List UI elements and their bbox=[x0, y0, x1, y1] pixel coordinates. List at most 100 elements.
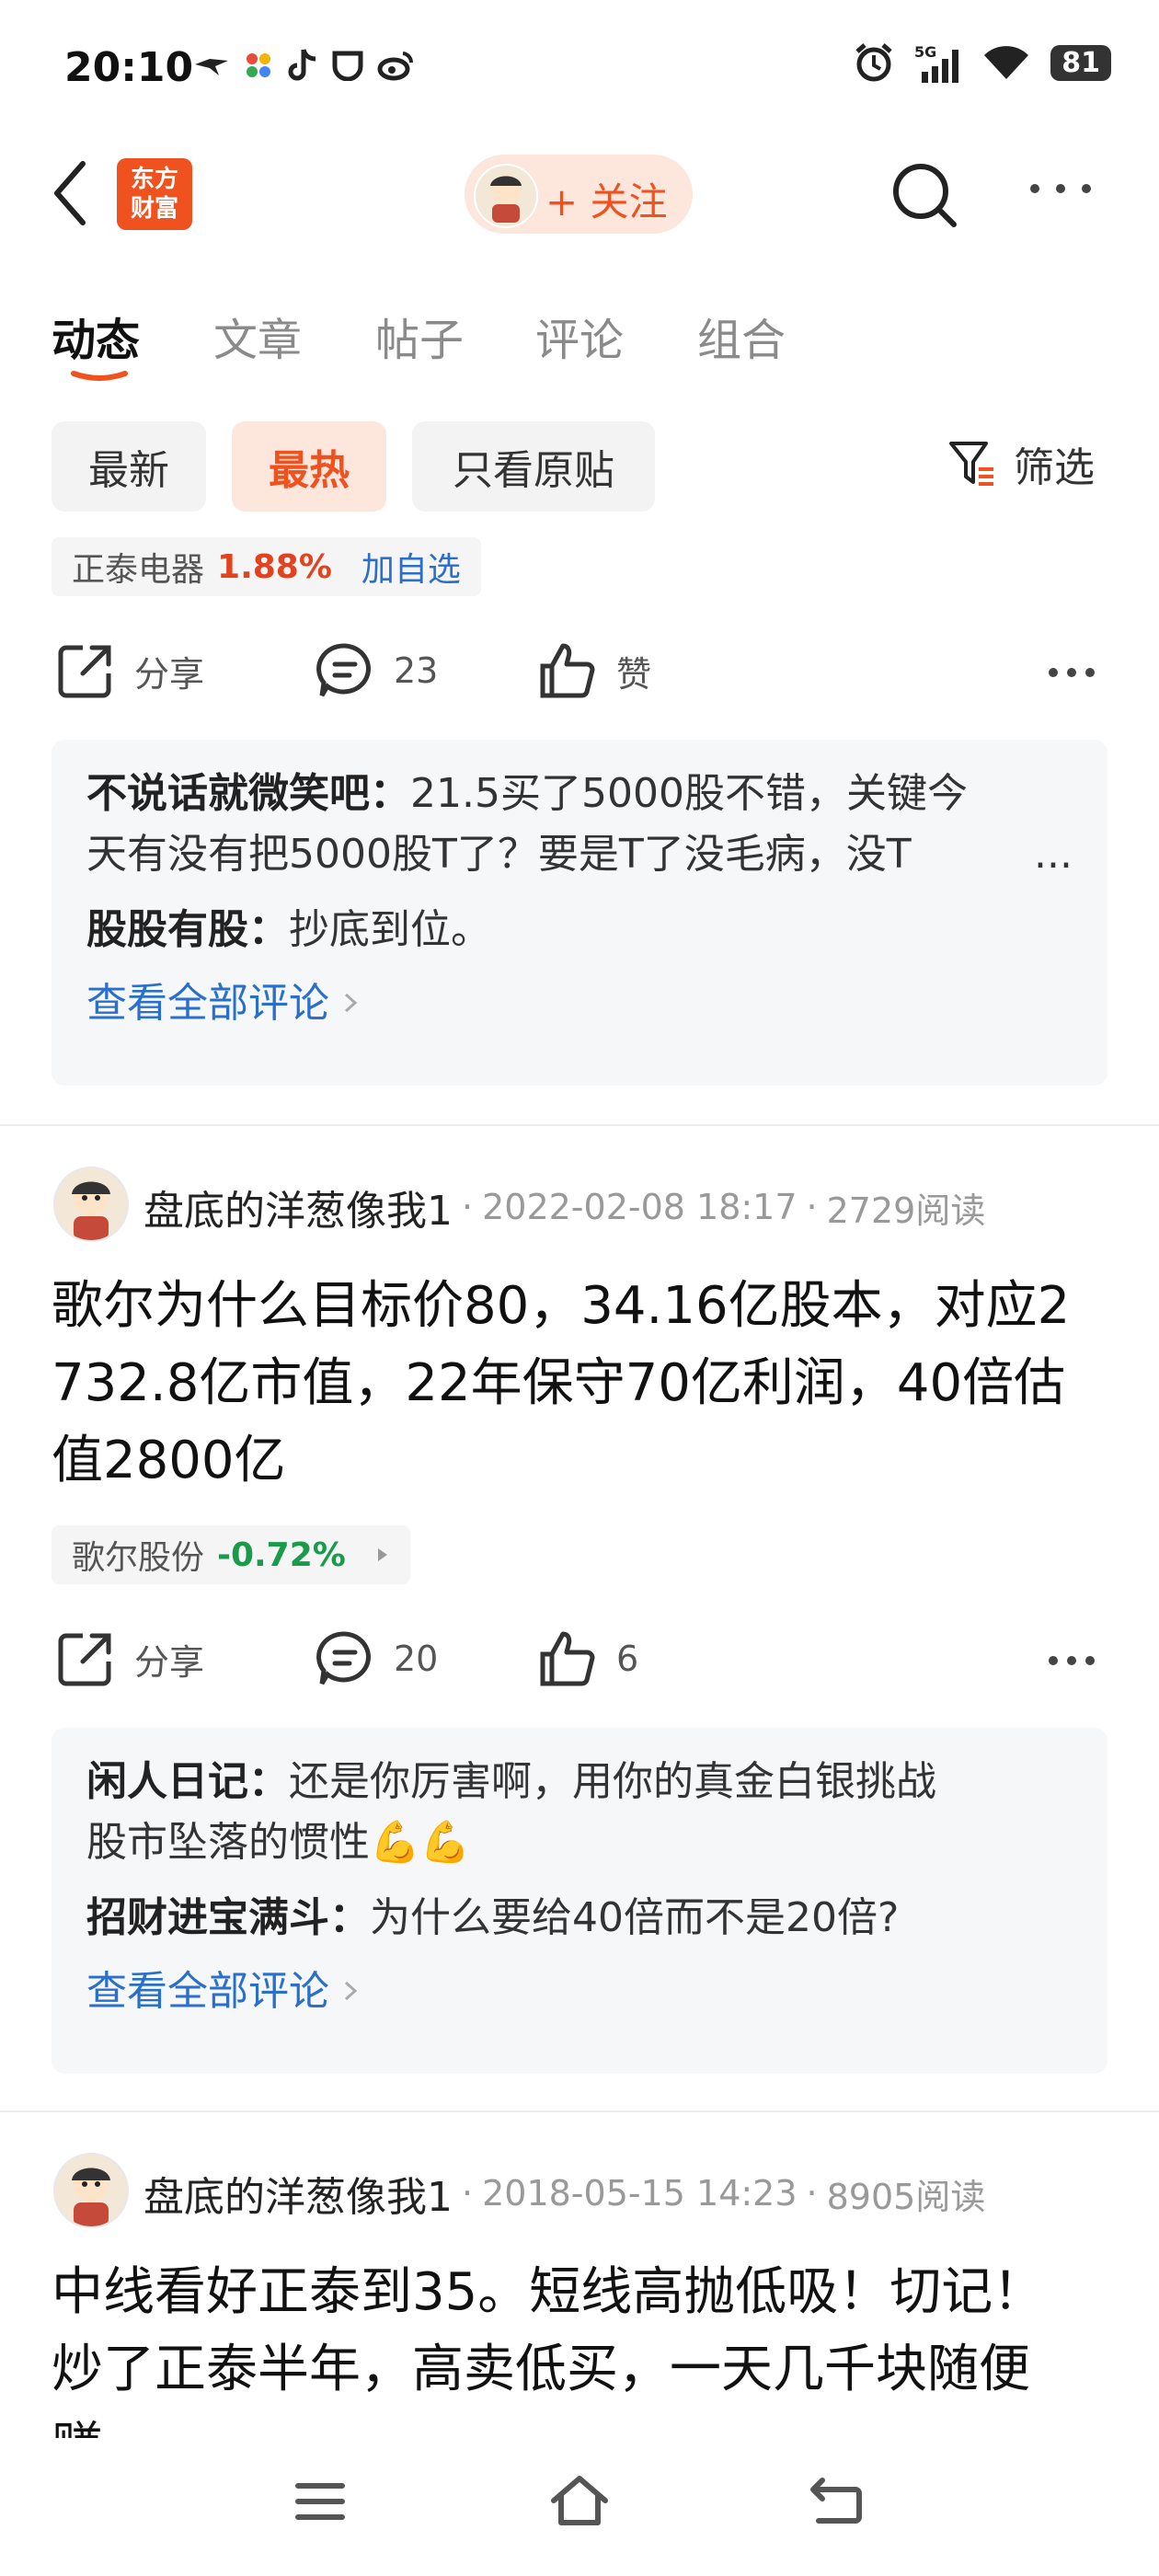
meta-dot: · bbox=[806, 2173, 818, 2214]
comment-item-continued: 股市坠落的惯性💪💪 bbox=[86, 1812, 1073, 1873]
post-text-line: 炒了正泰半年，高卖低买，一天几千块随便 bbox=[52, 2340, 1030, 2399]
tab-articles[interactable]: 文章 bbox=[213, 304, 302, 368]
post-more-icon[interactable] bbox=[1049, 1656, 1095, 1665]
bird-app-icon bbox=[195, 59, 228, 75]
thumbs-up-icon bbox=[540, 1631, 595, 1686]
see-all-comments-link[interactable]: 查看全部评论 bbox=[86, 1958, 1073, 2017]
comment-user[interactable]: 闲人日记： bbox=[86, 1758, 289, 1805]
share-button[interactable]: 分享 bbox=[55, 640, 204, 701]
stock-name: 歌尔股份 bbox=[72, 1539, 205, 1577]
search-icon[interactable] bbox=[888, 158, 961, 232]
active-tab-indicator bbox=[71, 371, 128, 381]
battery-level: 81 bbox=[1050, 44, 1111, 81]
like-button[interactable]: 6 bbox=[537, 1628, 638, 1689]
author-name[interactable]: 盘底的洋葱像我1 bbox=[143, 2164, 453, 2223]
status-time: 20:10 bbox=[64, 44, 194, 91]
comment-preview-box: 闲人日记：还是你厉害啊，用你的真金白银挑战 股市坠落的惯性💪💪 招财进宝满斗：为… bbox=[52, 1728, 1107, 2074]
post-divider bbox=[0, 2110, 1159, 2112]
signal-5g-icon: 5G bbox=[914, 43, 959, 83]
tab-comments[interactable]: 评论 bbox=[535, 304, 624, 368]
notification-icons bbox=[193, 48, 414, 83]
like-count: 6 bbox=[616, 1639, 639, 1679]
comment-item: 股股有股：抄底到位。 bbox=[86, 900, 1073, 960]
back-arrow-icon[interactable] bbox=[48, 156, 94, 230]
follow-label: + 关注 bbox=[545, 179, 668, 224]
home-icon[interactable] bbox=[548, 2473, 611, 2528]
comment-item: 闲人日记：还是你厉害啊，用你的真金白银挑战 bbox=[86, 1752, 1073, 1812]
stock-name: 正泰电器 bbox=[72, 551, 205, 589]
share-button[interactable]: 分享 bbox=[55, 1628, 204, 1689]
flexed-biceps-emoji: 💪💪 bbox=[370, 1819, 471, 1866]
tab-dongtai[interactable]: 动态 bbox=[52, 304, 140, 368]
chevron-right-icon bbox=[344, 993, 358, 1013]
comment-item: 招财进宝满斗：为什么要给40倍而不是20倍? bbox=[86, 1888, 1073, 1949]
comment-text: 天有没有把5000股T了？要是T了没毛病，没T bbox=[86, 831, 912, 878]
comment-item-continued: 天有没有把5000股T了？要是T了没毛病，没T ... bbox=[86, 824, 1073, 885]
filter-label: 筛选 bbox=[1014, 444, 1095, 491]
tab-posts[interactable]: 帖子 bbox=[375, 304, 464, 368]
app-logo-line2: 财富 bbox=[130, 195, 178, 223]
app-logo[interactable]: 东方 财富 bbox=[117, 158, 192, 230]
comment-text: 抄底到位。 bbox=[289, 906, 491, 953]
comment-item: 不说话就微笑吧：21.5买了5000股不错，关键今 bbox=[86, 764, 1073, 824]
comment-user[interactable]: 招财进宝满斗： bbox=[86, 1894, 370, 1941]
post-meta: 盘底的洋葱像我1 · 2022-02-08 18:17 · 2729阅读 bbox=[143, 1178, 985, 1236]
comment-text: 股市坠落的惯性 bbox=[86, 1819, 370, 1866]
pinwheel-app-icon bbox=[247, 53, 270, 77]
thumbs-up-icon bbox=[540, 643, 595, 698]
system-status-icons: 5G 81 bbox=[854, 42, 1111, 83]
stock-tag[interactable]: 歌尔股份 -0.72% bbox=[52, 1525, 410, 1584]
post-divider bbox=[0, 1124, 1159, 1126]
funnel-icon bbox=[949, 442, 993, 486]
share-label: 分享 bbox=[134, 1641, 205, 1683]
back-nav-icon[interactable] bbox=[809, 2475, 865, 2526]
post-meta: 盘底的洋葱像我1 · 2018-05-15 14:23 · 8905阅读 bbox=[143, 2164, 985, 2223]
more-options-icon[interactable] bbox=[1030, 184, 1095, 206]
comment-ellipsis: ... bbox=[1034, 831, 1073, 878]
stock-tag[interactable]: 正泰电器 1.88% 加自选 bbox=[52, 537, 481, 596]
filter-hottest[interactable]: 最热 bbox=[232, 421, 386, 512]
comment-preview-box: 不说话就微笑吧：21.5买了5000股不错，关键今 天有没有把5000股T了？要… bbox=[52, 740, 1107, 1086]
author-name[interactable]: 盘底的洋葱像我1 bbox=[143, 1178, 453, 1236]
tab-portfolio[interactable]: 组合 bbox=[697, 304, 786, 368]
post-text-line: 中线看好正泰到35。短线高抛低吸！切记！ bbox=[52, 2262, 1045, 2322]
add-watchlist-button[interactable]: 加自选 bbox=[361, 543, 461, 591]
svg-text:5G: 5G bbox=[914, 43, 936, 61]
comment-button[interactable]: 20 bbox=[315, 1628, 438, 1689]
comment-count: 23 bbox=[394, 650, 439, 691]
comment-user[interactable]: 不说话就微笑吧： bbox=[86, 770, 410, 817]
filter-button[interactable]: 筛选 bbox=[947, 434, 1095, 493]
see-all-comments-link[interactable]: 查看全部评论 bbox=[86, 970, 1073, 1029]
filter-newest[interactable]: 最新 bbox=[52, 421, 206, 512]
post-date: 2018-05-15 14:23 bbox=[482, 2173, 798, 2214]
comment-icon bbox=[316, 643, 371, 697]
read-count: 8905阅读 bbox=[826, 2176, 986, 2217]
tiktok-icon bbox=[288, 49, 316, 81]
author-avatar[interactable] bbox=[53, 1167, 129, 1242]
see-all-label: 查看全部评论 bbox=[86, 1968, 329, 2015]
post-date: 2022-02-08 18:17 bbox=[482, 1187, 798, 1227]
menu-icon[interactable] bbox=[294, 2478, 346, 2524]
like-label: 赞 bbox=[616, 653, 652, 695]
stock-change: 1.88% bbox=[217, 547, 332, 586]
read-count: 2729阅读 bbox=[826, 1190, 986, 1231]
author-avatar[interactable] bbox=[53, 2153, 129, 2228]
comment-count: 20 bbox=[394, 1639, 439, 1679]
alarm-icon bbox=[855, 43, 892, 82]
user-avatar bbox=[474, 164, 538, 228]
filter-original-only[interactable]: 只看原贴 bbox=[412, 421, 655, 512]
triangle-right-icon bbox=[377, 1548, 387, 1561]
share-icon bbox=[58, 645, 111, 698]
share-icon bbox=[58, 1633, 111, 1686]
comment-button[interactable]: 23 bbox=[315, 640, 438, 701]
cup-app-icon bbox=[332, 51, 363, 81]
post-more-icon[interactable] bbox=[1049, 668, 1095, 677]
comment-text: 还是你厉害啊，用你的真金白银挑战 bbox=[289, 1758, 936, 1805]
post-body[interactable]: 歌尔为什么目标价80，34.16亿股本，对应2 732.8亿市值，22年保守70… bbox=[52, 1268, 1119, 1500]
like-button[interactable]: 赞 bbox=[537, 640, 651, 701]
chevron-right-icon bbox=[344, 1981, 358, 2001]
stock-change: -0.72% bbox=[217, 1535, 346, 1574]
post-text-line: 值2800亿 bbox=[52, 1431, 286, 1490]
follow-button[interactable]: + 关注 bbox=[465, 155, 693, 234]
comment-user[interactable]: 股股有股： bbox=[86, 906, 289, 953]
